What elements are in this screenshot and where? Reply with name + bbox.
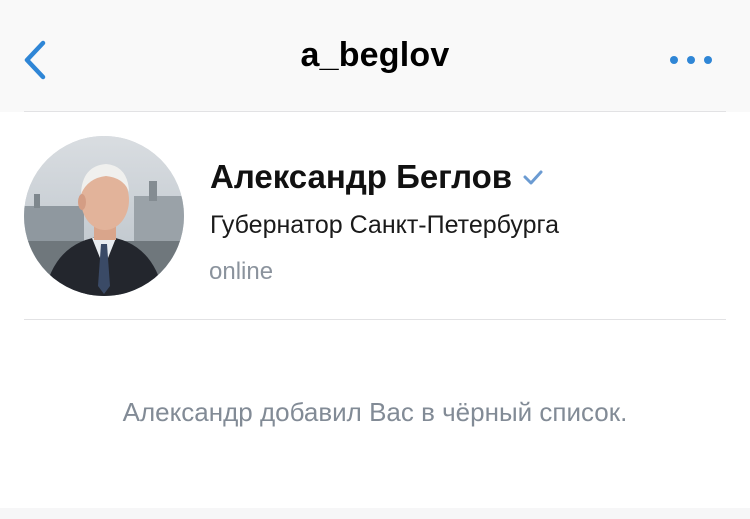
ellipsis-icon bbox=[670, 56, 678, 64]
profile-divider bbox=[24, 319, 726, 320]
profile-screen: a_beglov Александр Беглов Губернатор Сан… bbox=[0, 0, 750, 508]
profile-card: Александр Беглов Губернатор Санкт-Петерб… bbox=[0, 112, 750, 319]
avatar[interactable] bbox=[24, 136, 184, 296]
profile-name: Александр Беглов bbox=[210, 158, 513, 195]
more-button[interactable] bbox=[670, 48, 712, 72]
page-title: a_beglov bbox=[300, 36, 450, 74]
profile-name-row: Александр Беглов bbox=[210, 158, 544, 196]
navigation-header: a_beglov bbox=[0, 0, 750, 112]
checkmark-icon bbox=[522, 166, 544, 188]
online-status: online bbox=[209, 258, 274, 285]
profile-status: Губернатор Санкт-Петербурга bbox=[210, 211, 559, 239]
avatar-photo bbox=[24, 136, 184, 296]
blocked-message: Александр добавил Вас в чёрный список. bbox=[122, 397, 628, 427]
